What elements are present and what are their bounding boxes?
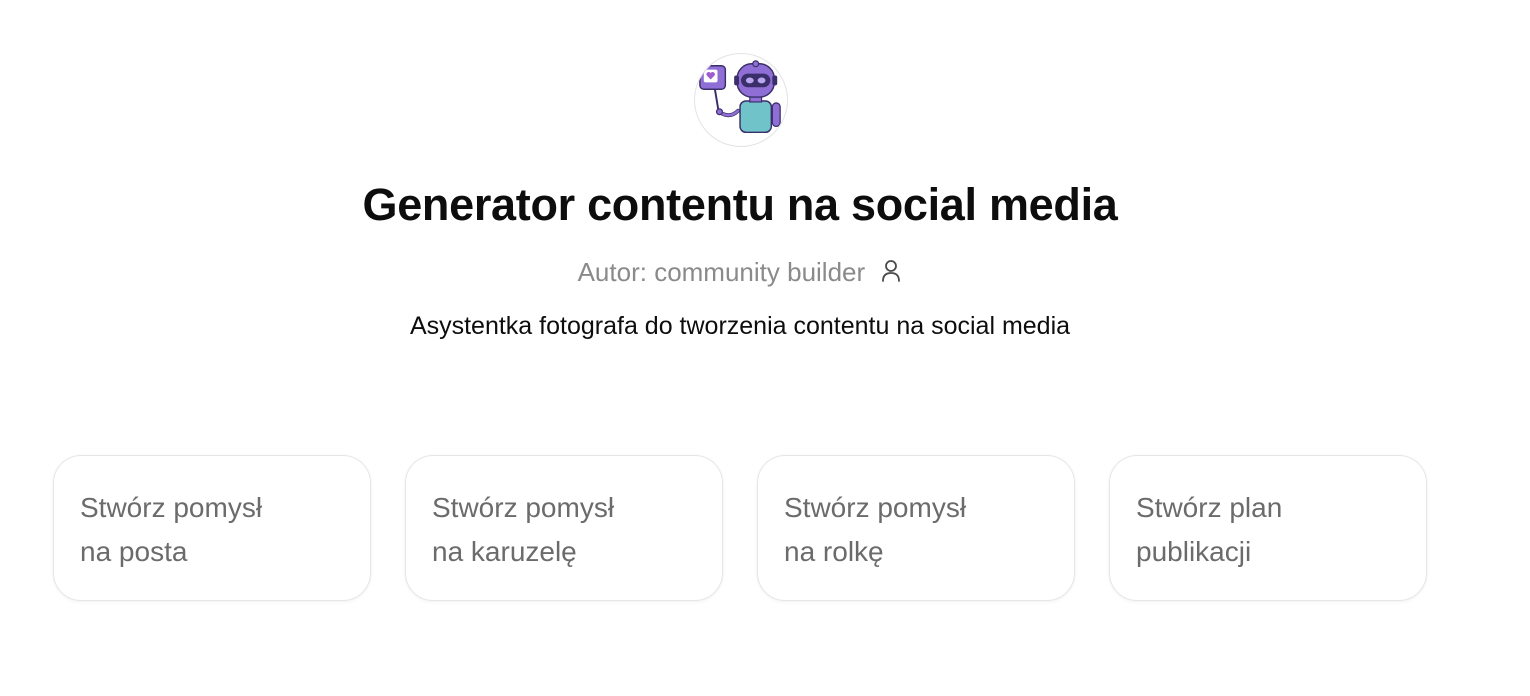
starter-line-1: Stwórz pomysł (432, 492, 615, 523)
starter-button-publishing-plan[interactable]: Stwórz plan publikacji (1109, 455, 1427, 601)
starter-line-1: Stwórz plan (1136, 492, 1283, 523)
gpt-intro-page: Generator contentu na social media Autor… (0, 0, 1530, 696)
author-prefix: Autor: (577, 257, 655, 287)
starter-line-2: na rolkę (784, 536, 884, 567)
gpt-avatar (694, 53, 788, 147)
starter-button-reel-idea[interactable]: Stwórz pomysł na rolkę (757, 455, 1075, 601)
starter-line-2: na karuzelę (432, 536, 577, 567)
robot-holding-like-sign-icon (699, 60, 781, 134)
starter-line-2: na posta (80, 536, 188, 567)
starter-button-post-idea[interactable]: Stwórz pomysł na posta (53, 455, 371, 601)
starter-line-1: Stwórz pomysł (784, 492, 967, 523)
starter-line-1: Stwórz pomysł (80, 492, 263, 523)
person-icon (882, 260, 901, 282)
starter-line-2: publikacji (1136, 536, 1252, 567)
gpt-author[interactable]: Autor: community builder (0, 256, 1480, 288)
author-name: community builder (654, 257, 866, 287)
gpt-description: Asystentka fotografa do tworzenia conten… (409, 312, 1071, 340)
starter-button-carousel-idea[interactable]: Stwórz pomysł na karuzelę (405, 455, 723, 601)
gpt-title: Generator contentu na social media (362, 179, 1118, 230)
